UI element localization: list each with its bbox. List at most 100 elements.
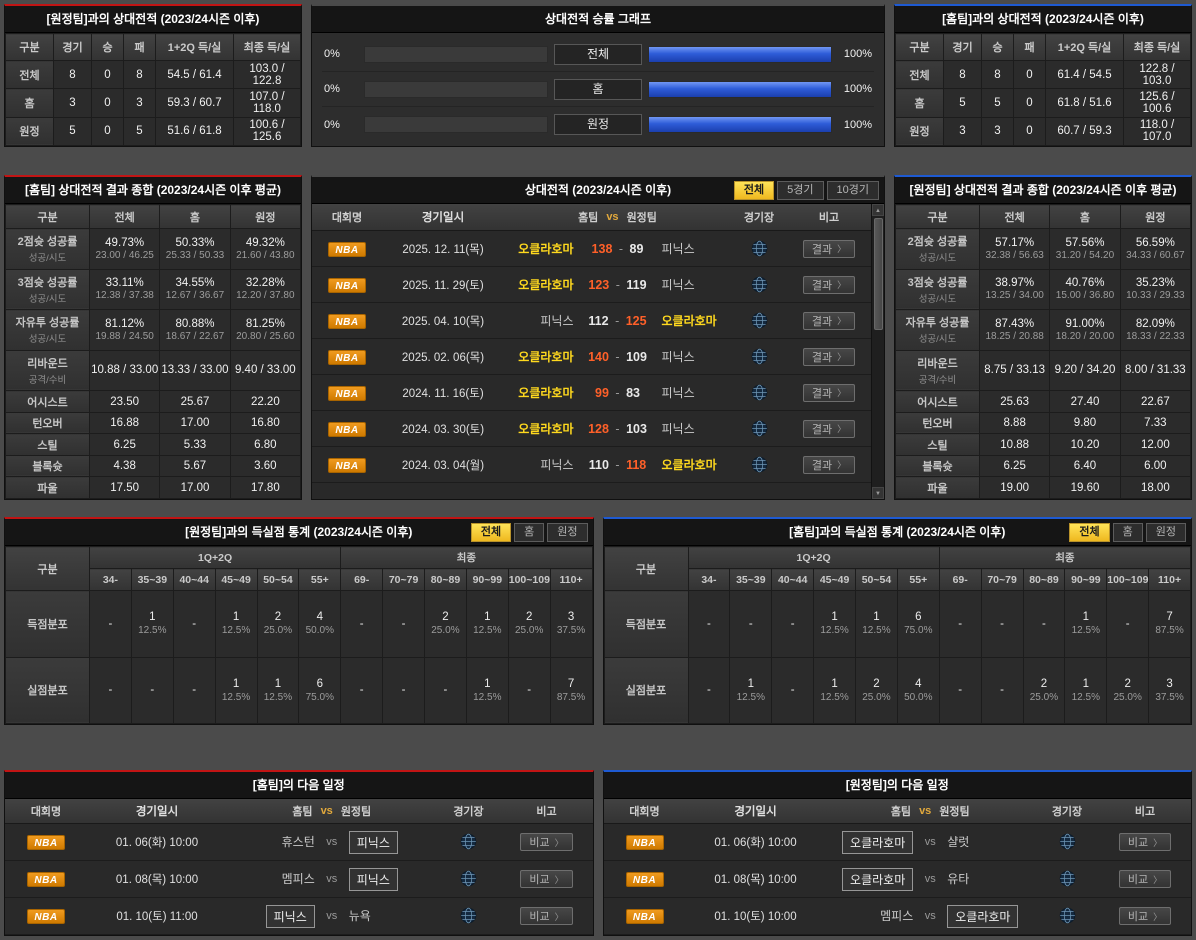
- chevron-right-icon: 〉: [837, 242, 846, 255]
- home-team-cell: 멤피스: [227, 870, 315, 888]
- chevron-right-icon: 〉: [1153, 910, 1162, 923]
- home-team-cell: 오클라호마: [504, 348, 574, 366]
- stat-value: 17.80: [231, 482, 300, 494]
- table-body: 2점슛 성공률 성공/시도 57.17% 32.38 / 56.63 57.56…: [896, 229, 1191, 499]
- tab[interactable]: 5경기: [777, 181, 823, 200]
- venue-globe-icon[interactable]: [751, 348, 768, 365]
- distribution-filter-tabs: 전체홈원정: [471, 523, 588, 542]
- venue-globe-icon[interactable]: [751, 240, 768, 257]
- result-button[interactable]: 결과 〉: [803, 276, 855, 294]
- table-row: 파울 19.00 19.60: [896, 477, 1191, 499]
- away-score: 103: [626, 422, 647, 436]
- result-button[interactable]: 결과 〉: [803, 312, 855, 330]
- stat-value: 82.09%: [1121, 318, 1190, 330]
- tab[interactable]: 홈: [1113, 523, 1143, 542]
- stat-value: 57.56%: [1050, 237, 1119, 249]
- head-to-head-summary-table: 구분경기승패1+2Q 득/실최종 득/실 전체 88061.4 / 54.512…: [895, 33, 1191, 146]
- away-team-name: 오클라호마: [947, 905, 1018, 928]
- league-cell: NBA: [5, 833, 87, 851]
- venue-globe-icon[interactable]: [751, 276, 768, 293]
- scroll-thumb[interactable]: [874, 218, 883, 330]
- score: 110 - 118: [574, 458, 662, 472]
- scroll-up-button[interactable]: ▲: [872, 204, 884, 216]
- stat-value: 81.12%: [90, 318, 159, 330]
- stat-cell: 16.80: [230, 412, 300, 434]
- home-team-name: 오클라호마: [518, 240, 573, 257]
- chevron-right-icon: 〉: [555, 873, 564, 886]
- range-header: 70~79: [981, 569, 1023, 591]
- venue-globe-icon[interactable]: [460, 833, 477, 850]
- result-button[interactable]: 결과 〉: [803, 348, 855, 366]
- venue-globe-icon[interactable]: [460, 907, 477, 924]
- tab[interactable]: 전체: [471, 523, 511, 542]
- result-button[interactable]: 결과 〉: [803, 384, 855, 402]
- result-button-label: 결과: [812, 277, 832, 293]
- distribution-cell: 2 25.0%: [257, 591, 299, 658]
- teams-cell: 멤피스 vs 오클라호마: [826, 905, 1036, 928]
- game-count: -: [174, 618, 215, 630]
- game-count: 1: [814, 678, 855, 690]
- tab[interactable]: 홈: [514, 523, 544, 542]
- compare-button[interactable]: 비교 〉: [520, 907, 572, 925]
- stat-cell: 118.0 / 107.0: [1124, 117, 1191, 145]
- compare-button[interactable]: 비교 〉: [520, 833, 572, 851]
- distribution-cell: 1 12.5%: [1065, 657, 1107, 724]
- result-button[interactable]: 결과 〉: [803, 240, 855, 258]
- home-team-cell: 오클라호마: [504, 240, 574, 258]
- teams-cell: 오클라호마 vs 샬럿: [826, 831, 1036, 854]
- away-header: 원정팀: [341, 803, 371, 819]
- scroll-down-button[interactable]: ▼: [872, 487, 884, 499]
- home-header: 홈팀: [292, 803, 312, 819]
- venue-globe-icon[interactable]: [751, 312, 768, 329]
- stat-value: 49.73%: [90, 237, 159, 249]
- stat-cell: 6.80: [230, 434, 300, 456]
- column-header: 경기일시: [382, 209, 504, 225]
- column-header: 대회명: [5, 803, 87, 819]
- away-win-bar-track: [648, 116, 832, 133]
- panel-away-points-distribution: [홈팀]과의 득실점 통계 (2023/24시즌 이후) 전체홈원정 구분 1Q…: [603, 517, 1193, 725]
- stat-subvalue: 18.67 / 22.67: [160, 331, 229, 342]
- percentage: 37.5%: [551, 625, 592, 636]
- winrate-graph-body: 0% 전체 100% 0% 홈: [312, 33, 884, 146]
- tab[interactable]: 원정: [1146, 523, 1186, 542]
- column-header: 승: [92, 34, 124, 61]
- scrollbar[interactable]: ▲ ▼: [871, 204, 884, 499]
- stat-value: 49.32%: [231, 237, 300, 249]
- tab[interactable]: 10경기: [827, 181, 879, 200]
- panel-home-points-distribution: [원정팀]과의 득실점 통계 (2023/24시즌 이후) 전체홈원정 구분 1…: [4, 517, 594, 725]
- game-count: 7: [1149, 611, 1190, 623]
- tab[interactable]: 원정: [547, 523, 587, 542]
- tab[interactable]: 전체: [734, 181, 774, 200]
- row-label: 원정: [6, 117, 54, 145]
- venue-globe-icon[interactable]: [460, 870, 477, 887]
- result-button[interactable]: 결과 〉: [803, 420, 855, 438]
- game-count: -: [730, 618, 771, 630]
- vs-label: vs: [913, 910, 947, 922]
- compare-button[interactable]: 비교 〉: [1119, 833, 1171, 851]
- venue-globe-icon[interactable]: [751, 420, 768, 437]
- distribution-cell: 4 50.0%: [299, 591, 341, 658]
- stat-cell: 19.60: [1050, 477, 1120, 499]
- tab[interactable]: 전체: [1069, 523, 1109, 542]
- result-button[interactable]: 결과 〉: [803, 456, 855, 474]
- stat-name: 2점슛 성공률: [896, 233, 979, 249]
- home-win-percent: 0%: [322, 48, 364, 60]
- distribution-cell: -: [981, 591, 1023, 658]
- compare-button[interactable]: 비교 〉: [1119, 870, 1171, 888]
- table-row: 자유투 성공률 성공/시도 87.43% 18.25 / 20.88 91.00…: [896, 310, 1191, 351]
- compare-button[interactable]: 비교 〉: [1119, 907, 1171, 925]
- away-team-name: 오클라호마: [662, 456, 717, 473]
- row-label: 3점슛 성공률 성공/시도: [6, 269, 90, 310]
- venue-globe-icon[interactable]: [1059, 870, 1076, 887]
- venue-globe-icon[interactable]: [751, 456, 768, 473]
- venue-globe-icon[interactable]: [1059, 907, 1076, 924]
- compare-button[interactable]: 비교 〉: [520, 870, 572, 888]
- winrate-scope-label: 원정: [554, 114, 642, 135]
- away-win-bar: [649, 82, 831, 97]
- venue-globe-icon[interactable]: [1059, 833, 1076, 850]
- table-row: 턴오버 8.88 9.80: [896, 412, 1191, 434]
- venue-globe-icon[interactable]: [751, 384, 768, 401]
- percentage: 25.0%: [1024, 692, 1065, 703]
- stat-sublabel: 성공/시도: [6, 331, 89, 345]
- note-cell: 결과 〉: [787, 276, 871, 294]
